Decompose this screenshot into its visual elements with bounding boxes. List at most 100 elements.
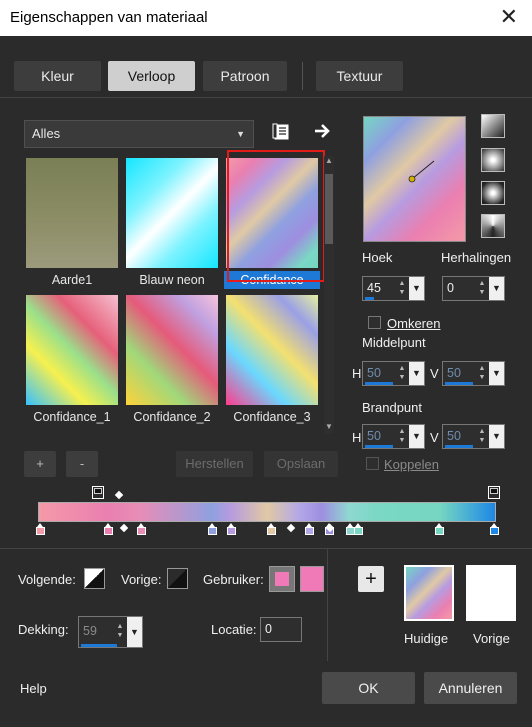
omkeren-checkbox[interactable] [368,316,381,329]
resource-library-icon[interactable] [270,122,292,144]
color-stop[interactable] [136,523,147,536]
help-link[interactable]: Help [20,681,47,696]
gallery-item-label: Confidance_1 [33,410,111,424]
color-midpoint[interactable] [286,523,296,533]
linear-style-button[interactable] [481,114,505,138]
category-value: Alles [32,126,61,141]
rectangular-style-button[interactable] [481,148,505,172]
herhalingen-spinner[interactable]: 0 ▲ ▼ ▼ [442,276,505,301]
opacity-stop-right[interactable] [488,486,500,499]
color-stop[interactable] [207,523,218,536]
spin-arrows-icon[interactable]: ▲ ▼ [115,622,125,640]
gallery-item-aarde1[interactable]: Aarde1 [24,156,120,290]
gallery-item-confidance-3[interactable]: Confidance_3 [224,293,320,427]
color-stop-swatch [267,527,276,535]
middelpunt-h-level [365,382,393,385]
chevron-down-icon[interactable]: ▼ [409,425,424,448]
hoek-spinner[interactable]: 45 ▲ ▼ ▼ [362,276,425,301]
chevron-down-icon[interactable]: ▼ [127,617,142,647]
locatie-input[interactable]: 0 [260,617,302,642]
previous-material-swatch[interactable] [466,565,516,621]
middelpunt-label: Middelpunt [362,335,426,350]
cancel-button[interactable]: Annuleren [424,672,517,704]
dekking-value: 59 [83,624,97,638]
spin-arrows-icon[interactable]: ▲ ▼ [397,427,407,445]
dekking-level [81,644,117,647]
gallery-item-confidance-1[interactable]: Confidance_1 [24,293,120,427]
gallery-item-confidance[interactable]: Confidance [224,156,320,290]
gallery-item-label: Blauw neon [139,273,205,287]
arrow-right-icon[interactable] [310,120,334,142]
chevron-down-icon[interactable]: ▼ [489,362,504,385]
chevron-down-icon[interactable]: ▼ [409,362,424,385]
sunburst-style-button[interactable] [481,214,505,238]
save-button[interactable]: Opslaan [264,451,338,477]
tab-divider [302,62,303,90]
foreground-color-icon[interactable] [84,568,105,589]
chevron-down-icon[interactable]: ▼ [489,277,504,300]
vorige-swatch-label: Vorige [473,631,510,646]
spin-arrows-icon[interactable]: ▲ ▼ [477,364,487,382]
background-color-icon[interactable] [167,568,188,589]
tab-verloop[interactable]: Verloop [108,61,195,91]
category-dropdown[interactable]: Alles ▼ [24,120,254,148]
color-stop[interactable] [304,523,315,536]
brandpunt-v-level [445,445,473,448]
gallery-item-blauw-neon[interactable]: Blauw neon [124,156,220,290]
spin-arrows-icon[interactable]: ▲ ▼ [397,279,407,297]
spin-arrows-icon[interactable]: ▲ ▼ [477,427,487,445]
gallery-item-label: Confidance [224,271,320,289]
current-material-swatch[interactable] [404,565,454,621]
gradient-preview[interactable] [363,116,466,242]
middelpunt-v-label: V [430,366,439,381]
vorige-label: Vorige: [121,572,162,587]
spin-arrows-icon[interactable]: ▲ ▼ [397,364,407,382]
middelpunt-v-spinner[interactable]: 50 ▲ ▼ ▼ [442,361,505,386]
dekking-spinner[interactable]: 59 ▲ ▼ ▼ [78,616,143,648]
add-color-button[interactable]: + [358,566,384,592]
ok-button[interactable]: OK [322,672,415,704]
color-stop[interactable] [489,523,500,536]
color-stop[interactable] [434,523,445,536]
color-stop[interactable] [103,523,114,536]
gallery-scrollbar[interactable]: ▲ ▼ [324,156,334,434]
user-color-inner [275,572,289,586]
brandpunt-h-spinner[interactable]: 50 ▲ ▼ ▼ [362,424,425,449]
spin-arrows-icon[interactable]: ▲ ▼ [477,279,487,297]
tab-patroon[interactable]: Patroon [203,61,287,91]
scrollbar-thumb[interactable] [325,174,333,244]
color-stop[interactable] [353,523,364,536]
tab-kleur[interactable]: Kleur [14,61,101,91]
gradient-thumbnail [26,295,118,405]
scroll-down-icon[interactable]: ▼ [324,422,334,431]
brandpunt-h-level [365,445,393,448]
color-stop[interactable] [35,523,46,536]
middelpunt-h-spinner[interactable]: 50 ▲ ▼ ▼ [362,361,425,386]
chevron-down-icon[interactable]: ▼ [489,425,504,448]
koppelen-label[interactable]: Koppelen [384,457,439,472]
hoek-label: Hoek [362,250,393,265]
angle-handle[interactable] [364,117,465,241]
reset-button[interactable]: Herstellen [176,451,253,477]
user-color-button[interactable] [269,566,295,592]
color-midpoint[interactable] [119,523,129,533]
gradient-editor-bar[interactable] [38,502,496,522]
hoek-level [365,297,374,300]
scroll-up-icon[interactable]: ▲ [324,156,334,165]
color-stop[interactable] [226,523,237,536]
brandpunt-v-spinner[interactable]: 50 ▲ ▼ ▼ [442,424,505,449]
gallery-item-confidance-2[interactable]: Confidance_2 [124,293,220,427]
user-color-swatch[interactable] [300,566,324,592]
radial-style-button[interactable] [481,181,505,205]
koppelen-checkbox[interactable] [366,457,379,470]
close-icon[interactable]: ✕ [500,6,518,28]
window-title: Eigenschappen van materiaal [10,9,208,26]
opacity-midpoint[interactable] [114,490,124,500]
omkeren-label[interactable]: Omkeren [387,316,440,331]
add-gradient-button[interactable]: + [24,451,56,477]
chevron-down-icon[interactable]: ▼ [409,277,424,300]
color-stop[interactable] [266,523,277,536]
remove-gradient-button[interactable]: - [66,451,98,477]
opacity-stop-left[interactable] [92,486,104,499]
tab-textuur[interactable]: Textuur [316,61,403,91]
